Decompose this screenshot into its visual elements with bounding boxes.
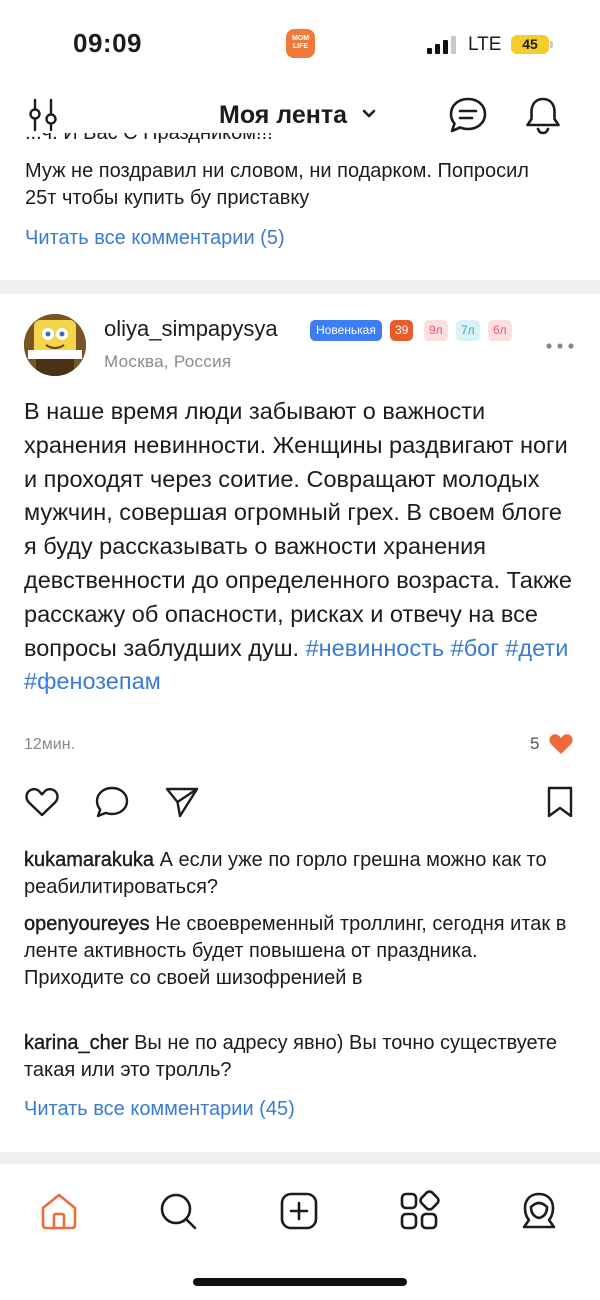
more-options-icon[interactable]	[546, 343, 574, 349]
post-body: В наше время люди забывают о важности хр…	[24, 395, 580, 699]
filter-icon[interactable]	[27, 98, 59, 132]
comment-author[interactable]: openyoureyes	[24, 913, 150, 935]
network-label: LTE	[468, 34, 502, 55]
home-indicator	[193, 1278, 407, 1286]
comment-author[interactable]: kukamarakuka	[24, 849, 154, 871]
battery-indicator: 45	[511, 35, 549, 54]
post-location: Москва, Россия	[104, 352, 232, 371]
post-author-username[interactable]: oliya_simpapysya	[104, 316, 278, 342]
like-count: 5	[530, 734, 540, 753]
previous-read-all-comments-link[interactable]: Читать все комментарии (5)	[25, 227, 285, 250]
hashtag[interactable]: #невинность	[306, 635, 445, 661]
chevron-down-icon[interactable]	[361, 107, 377, 121]
status-badge: Новенькая	[310, 320, 382, 341]
post-divider	[0, 1152, 600, 1164]
comment-icon[interactable]	[94, 785, 130, 819]
post-text: В наше время люди забывают о важности хр…	[24, 398, 572, 661]
catalog-icon[interactable]	[398, 1190, 440, 1232]
heart-icon[interactable]	[24, 786, 60, 818]
like-heart-icon	[549, 734, 573, 754]
battery-tip	[550, 41, 553, 48]
post-timestamp: 12мин.	[24, 736, 76, 753]
add-icon[interactable]	[278, 1190, 320, 1232]
comment: karina_cher Вы не по адресу явно) Вы точ…	[24, 1030, 580, 1084]
hashtag[interactable]: #бог	[451, 635, 499, 661]
app-logo: MOM LIFE	[286, 29, 315, 58]
comment: kukamarakuka А если уже по горло грешна …	[24, 847, 580, 901]
age-badge: 39	[390, 320, 414, 341]
comment-author[interactable]: karina_cher	[24, 1032, 129, 1054]
status-time: 09:09	[73, 28, 142, 58]
avatar[interactable]	[24, 314, 86, 376]
search-icon[interactable]	[157, 1190, 199, 1232]
child-age-badge: 7л	[456, 320, 480, 341]
share-icon[interactable]	[164, 785, 200, 819]
bookmark-icon[interactable]	[545, 785, 575, 819]
post-divider	[0, 280, 600, 294]
previous-post-comment: Муж не поздравил ни словом, ни подарком.…	[25, 160, 529, 209]
chat-icon[interactable]	[448, 96, 488, 134]
feed-title[interactable]: Моя лента	[219, 101, 347, 130]
profile-icon[interactable]	[518, 1190, 560, 1232]
comment: openyoureyes Не своевременный троллинг, …	[24, 911, 580, 992]
hashtag[interactable]: #фенозепам	[24, 668, 161, 694]
previous-post-cut-text: ...ч. И Вас С Праздником!!!	[25, 133, 273, 144]
read-all-comments-link[interactable]: Читать все комментарии (45)	[24, 1098, 295, 1121]
child-age-badge: 6л	[488, 320, 512, 341]
hashtag[interactable]: #дети	[505, 635, 568, 661]
signal-icon	[427, 36, 456, 54]
home-icon[interactable]	[38, 1190, 80, 1232]
bell-icon[interactable]	[524, 95, 562, 135]
child-age-badge: 9л	[424, 320, 448, 341]
